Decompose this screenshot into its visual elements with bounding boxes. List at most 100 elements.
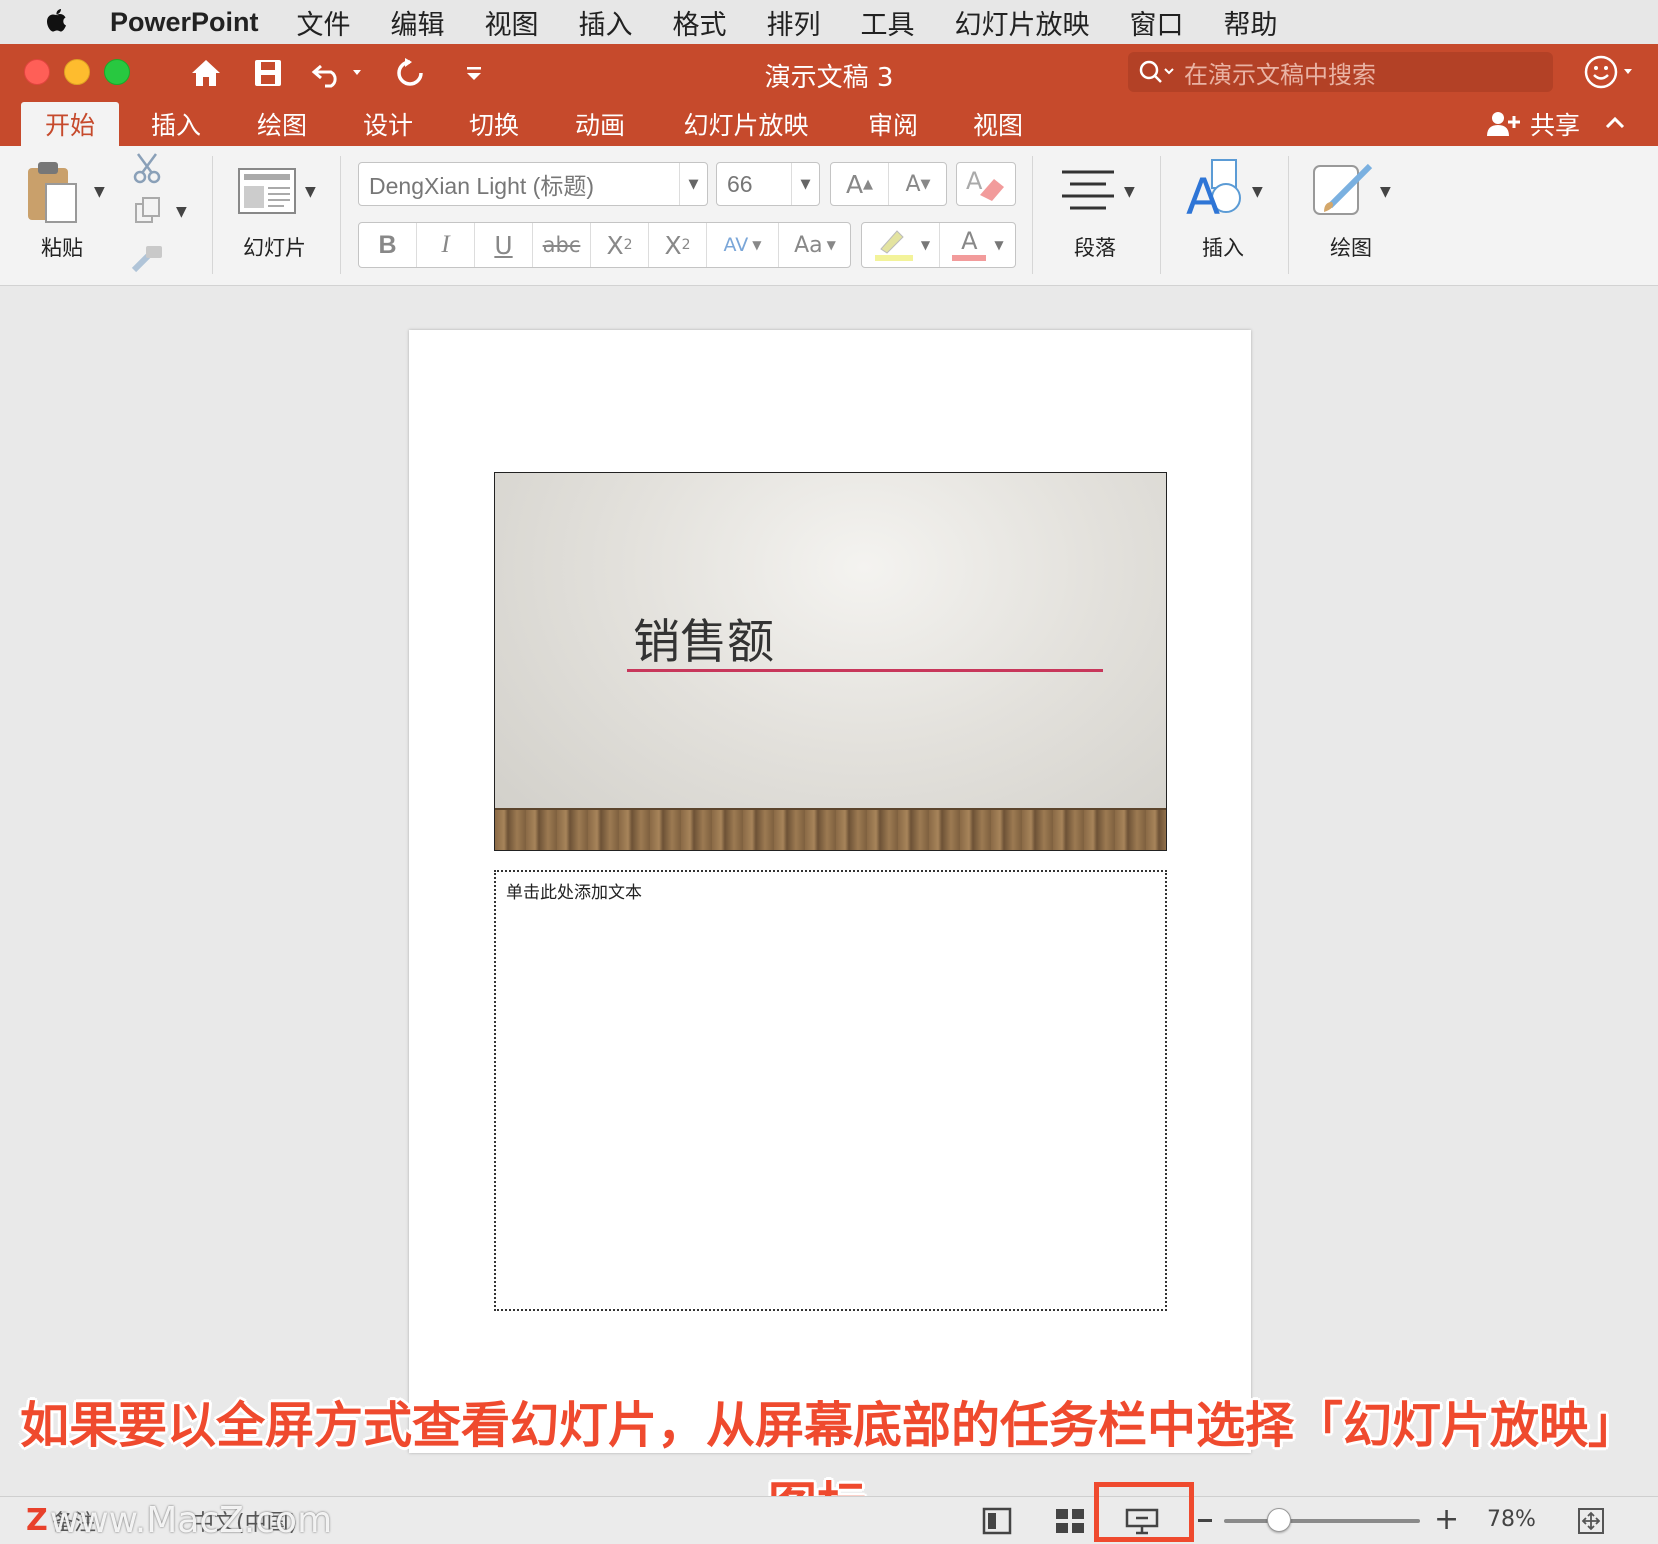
format-painter-icon[interactable] xyxy=(130,244,164,278)
watermark-text: www.MacZ.com xyxy=(49,1499,333,1541)
font-name-value: DengXian Light (标题) xyxy=(369,173,594,199)
font-color-label: A xyxy=(961,227,978,255)
caret-down-icon: ▼ xyxy=(920,176,931,192)
font-color-button[interactable]: A ▼ xyxy=(940,223,1016,267)
slide-title[interactable]: 销售额 xyxy=(633,603,774,672)
drawing-brush-icon[interactable] xyxy=(1312,160,1378,222)
slide-thumbnail[interactable]: 销售额 xyxy=(494,472,1167,851)
slideshow-button-highlight xyxy=(1094,1482,1194,1542)
fit-to-window-icon[interactable] xyxy=(1576,1506,1606,1540)
ribbon-separator xyxy=(1160,156,1161,274)
highlight-color-button[interactable]: ▼ xyxy=(862,223,940,267)
zoom-slider-track[interactable] xyxy=(1224,1519,1420,1523)
share-label: 共享 xyxy=(1530,111,1581,140)
svg-text:A: A xyxy=(1186,168,1220,220)
case-dropdown-chevron-icon: ▼ xyxy=(826,238,836,252)
app-name-menu[interactable]: PowerPoint xyxy=(110,7,259,38)
paragraph-label: 段落 xyxy=(1074,236,1116,260)
tab-view[interactable]: 视图 xyxy=(955,102,1041,146)
window-title-bar: 演示文稿 3 在演示文稿中搜索 xyxy=(0,44,1658,102)
menu-format[interactable]: 格式 xyxy=(673,3,727,42)
apple-menu-icon[interactable] xyxy=(0,7,110,37)
shrink-font-button[interactable]: A ▼ xyxy=(889,163,947,205)
subscript-label: X xyxy=(664,230,682,260)
highlighter-icon xyxy=(871,227,915,263)
spacing-dropdown-chevron-icon: ▼ xyxy=(752,238,762,252)
font-size-adjust-group: A ▲ A ▼ xyxy=(830,162,947,206)
tab-animations[interactable]: 动画 xyxy=(557,102,643,146)
tab-transitions[interactable]: 切换 xyxy=(451,102,537,146)
menu-insert[interactable]: 插入 xyxy=(579,3,633,42)
paragraph-dropdown-chevron-icon[interactable]: ▼ xyxy=(1124,184,1135,200)
menu-tools[interactable]: 工具 xyxy=(861,3,915,42)
underline-button[interactable]: U xyxy=(475,223,533,267)
highlight-dropdown-chevron-icon: ▼ xyxy=(920,238,931,252)
menu-file[interactable]: 文件 xyxy=(297,3,351,42)
insert-shapes-icon[interactable]: A xyxy=(1186,158,1246,226)
tab-design[interactable]: 设计 xyxy=(345,102,431,146)
tab-home[interactable]: 开始 xyxy=(21,102,119,146)
ribbon-separator xyxy=(340,156,341,274)
tab-slideshow[interactable]: 幻灯片放映 xyxy=(670,102,822,146)
color-format-group: ▼ A ▼ xyxy=(861,222,1016,268)
menu-window[interactable]: 窗口 xyxy=(1130,3,1184,42)
zoom-in-icon[interactable]: + xyxy=(1434,1505,1459,1535)
insert-label: 插入 xyxy=(1202,236,1244,260)
collapse-ribbon-chevron-icon[interactable] xyxy=(1604,112,1626,138)
zoom-out-icon[interactable] xyxy=(1198,1519,1212,1522)
character-spacing-button[interactable]: AV ▼ xyxy=(707,223,779,267)
clear-formatting-button[interactable]: A xyxy=(956,162,1016,206)
paste-icon[interactable] xyxy=(26,160,80,230)
italic-button[interactable]: I xyxy=(417,223,475,267)
watermark-z-logo: Z xyxy=(26,1502,48,1538)
tab-draw[interactable]: 绘图 xyxy=(239,102,325,146)
svg-text:A: A xyxy=(966,167,983,195)
ribbon-separator xyxy=(1032,156,1033,274)
font-name-select[interactable]: DengXian Light (标题) ▼ xyxy=(358,162,708,206)
new-slide-layout-icon[interactable] xyxy=(238,168,296,218)
normal-view-icon[interactable] xyxy=(982,1507,1012,1539)
menu-help[interactable]: 帮助 xyxy=(1224,3,1278,42)
paste-label: 粘贴 xyxy=(41,236,83,260)
search-icon xyxy=(1138,59,1178,85)
zoom-percentage[interactable]: 78% xyxy=(1487,1507,1536,1532)
copy-icon[interactable] xyxy=(134,196,162,228)
change-case-label: Aa xyxy=(794,232,823,258)
tab-insert[interactable]: 插入 xyxy=(133,102,219,146)
zoom-slider-thumb[interactable] xyxy=(1266,1508,1291,1532)
share-button[interactable]: 共享 xyxy=(1486,102,1580,146)
tutorial-caption-line1: 如果要以全屏方式查看幻灯片，从屏幕底部的任务栏中选择「幻灯片放映」 xyxy=(20,1397,1638,1454)
notes-page: 销售额 单击此处添加文本 xyxy=(409,330,1251,1453)
bold-button[interactable]: B xyxy=(359,223,417,267)
shrink-font-label: A xyxy=(905,171,921,197)
menu-slideshow[interactable]: 幻灯片放映 xyxy=(955,3,1090,42)
slide-wood-floor-background xyxy=(495,808,1166,850)
font-name-dropdown-chevron-icon[interactable]: ▼ xyxy=(679,163,707,205)
slide-sorter-view-icon[interactable] xyxy=(1054,1507,1086,1539)
font-color-swatch xyxy=(952,255,987,261)
paste-dropdown-chevron-icon[interactable]: ▼ xyxy=(94,184,105,200)
menu-arrange[interactable]: 排列 xyxy=(767,3,821,42)
cut-icon[interactable] xyxy=(132,152,162,188)
change-case-button[interactable]: Aa ▼ xyxy=(779,223,851,267)
strikethrough-button[interactable]: abc xyxy=(533,223,591,267)
slide-dropdown-chevron-icon[interactable]: ▼ xyxy=(305,184,316,200)
feedback-smiley-icon[interactable] xyxy=(1582,53,1638,95)
font-size-dropdown-chevron-icon[interactable]: ▼ xyxy=(791,163,819,205)
grow-font-button[interactable]: A ▲ xyxy=(831,163,889,205)
draw-label: 绘图 xyxy=(1330,236,1372,260)
notes-placeholder[interactable]: 单击此处添加文本 xyxy=(494,870,1167,1311)
subscript-button[interactable]: X2 xyxy=(649,223,707,267)
font-color-dropdown-chevron-icon: ▼ xyxy=(994,238,1004,252)
menu-view[interactable]: 视图 xyxy=(485,3,539,42)
paragraph-align-icon[interactable] xyxy=(1060,168,1116,216)
menu-edit[interactable]: 编辑 xyxy=(391,3,445,42)
draw-dropdown-chevron-icon[interactable]: ▼ xyxy=(1380,184,1391,200)
superscript-button[interactable]: X2 xyxy=(591,223,649,267)
insert-dropdown-chevron-icon[interactable]: ▼ xyxy=(1252,184,1263,200)
ribbon-home: ▼ 粘贴 ▼ ▼ 幻灯片 DengXian Light (标题) ▼ 66 ▼ … xyxy=(0,146,1658,286)
font-size-select[interactable]: 66 ▼ xyxy=(716,162,820,206)
copy-dropdown-chevron-icon[interactable]: ▼ xyxy=(176,204,187,220)
search-box[interactable]: 在演示文稿中搜索 xyxy=(1128,52,1553,92)
tab-review[interactable]: 审阅 xyxy=(850,102,936,146)
